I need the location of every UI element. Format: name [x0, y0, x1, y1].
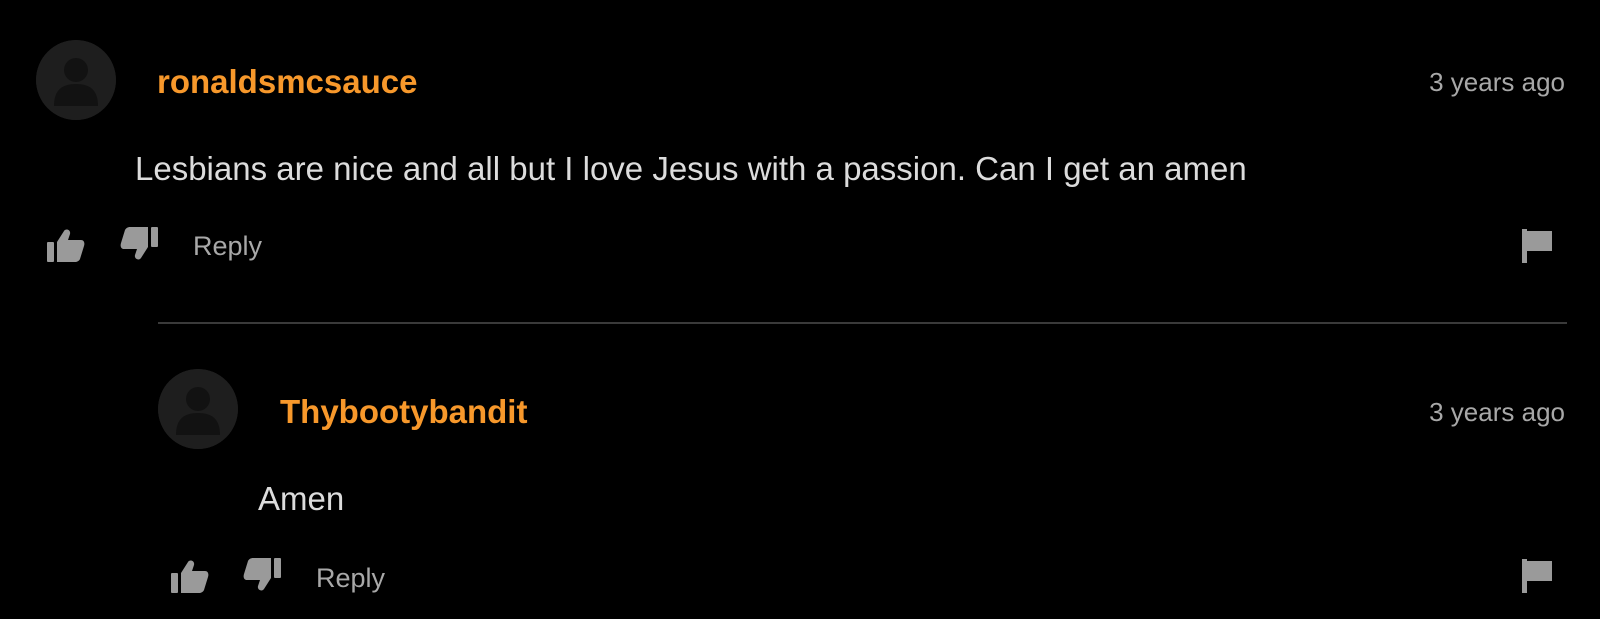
reply-button[interactable]: Reply [316, 563, 385, 594]
thumbs-up-icon[interactable] [171, 560, 209, 594]
reply-button[interactable]: Reply [193, 231, 262, 262]
comment-timestamp: 3 years ago [1429, 67, 1565, 97]
reply-body: Amen [258, 480, 345, 517]
reply-username[interactable]: Thybootybandit [280, 393, 527, 431]
comments-section: ronaldsmcsauce 3 years ago Lesbians are … [0, 0, 1600, 619]
reply-divider [158, 322, 1567, 324]
default-avatar-icon[interactable] [36, 40, 116, 120]
thumbs-down-icon[interactable] [243, 557, 281, 591]
thumbs-up-icon[interactable] [47, 229, 85, 263]
flag-icon[interactable] [1522, 559, 1554, 593]
thumbs-down-icon[interactable] [120, 226, 158, 260]
flag-icon[interactable] [1522, 229, 1554, 263]
comment-body: Lesbians are nice and all but I love Jes… [135, 150, 1247, 187]
default-avatar-icon[interactable] [158, 369, 238, 449]
reply-timestamp: 3 years ago [1429, 397, 1565, 427]
comment-username[interactable]: ronaldsmcsauce [157, 63, 417, 101]
